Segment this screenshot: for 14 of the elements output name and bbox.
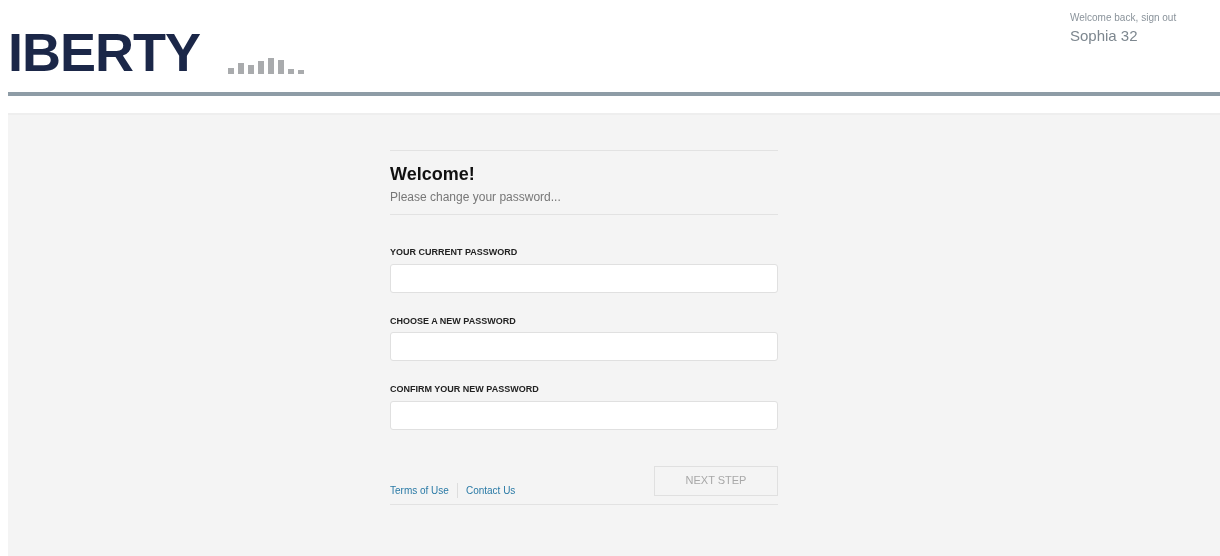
logo-wordmark: IBERTY (8, 26, 201, 78)
welcome-title: Welcome! (390, 163, 476, 186)
password-field[interactable] (390, 263, 778, 293)
field-label: CHOOSE A NEW PASSWORD (390, 314, 517, 328)
field-label: CONFIRM YOUR NEW PASSWORD (390, 383, 540, 396)
greeting-text: Welcome back, (1070, 11, 1139, 25)
password-field[interactable] (390, 332, 778, 361)
user-name: Sophia 32 (1070, 26, 1138, 46)
footer-link[interactable]: Terms of Use (390, 482, 458, 498)
footer-link[interactable]: Contact Us (457, 482, 524, 498)
password-field[interactable] (390, 400, 778, 430)
subtitle-text: Please change your password... (390, 189, 562, 206)
sign-out-link[interactable]: sign out (1141, 10, 1177, 25)
field-label: YOUR CURRENT PASSWORD (390, 246, 519, 259)
